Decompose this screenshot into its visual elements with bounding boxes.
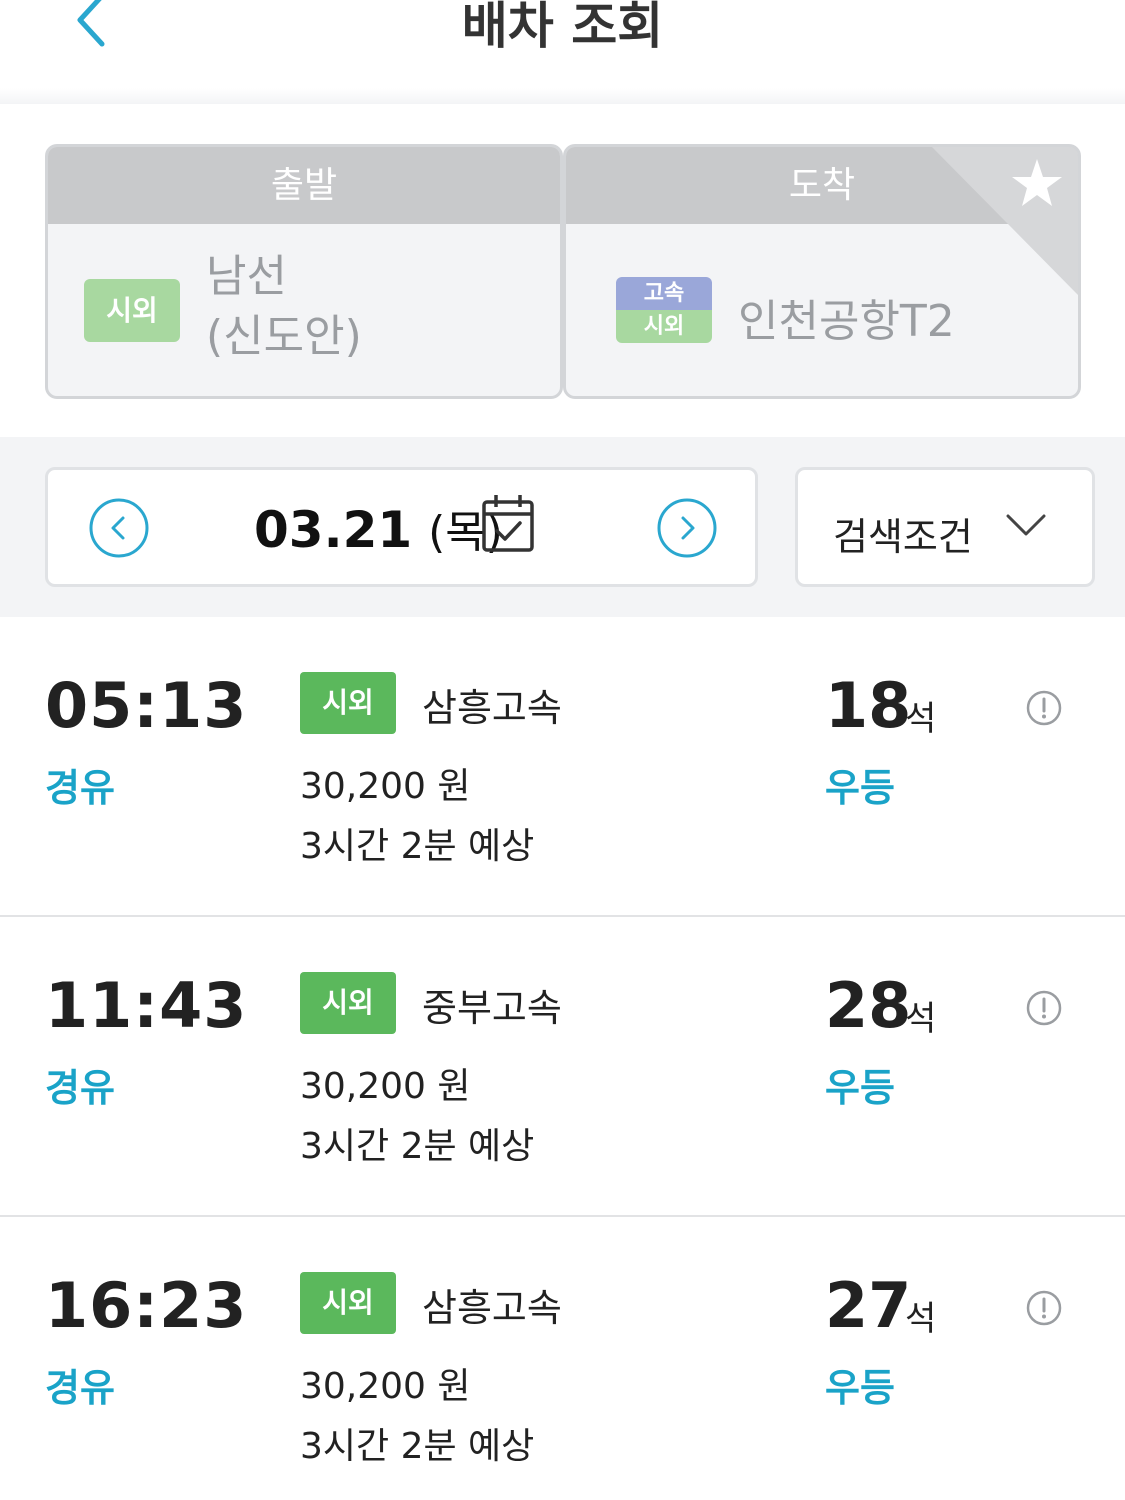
fare: 30,200 원 [300, 1066, 471, 1107]
bus-company: 삼흥고속 [422, 686, 562, 730]
search-condition-dropdown[interactable]: 검색조건 [795, 467, 1095, 587]
bus-grade: 우등 [825, 1366, 895, 1410]
via-label[interactable]: 경유 [45, 1057, 115, 1112]
schedule-row[interactable]: 11:43 경유 시외 중부고속 30,200 원 3시간 2분 예상 28 석… [0, 917, 1125, 1217]
date-value: 03.21 [254, 501, 413, 559]
arrival-card[interactable]: 도착 고속 시외 인천공항T2 [563, 144, 1081, 399]
available-seats: 18 [825, 669, 912, 742]
via-label[interactable]: 경유 [45, 757, 115, 812]
info-icon[interactable] [1025, 989, 1063, 1027]
arrival-type-badge: 고속 시외 [616, 277, 712, 343]
info-icon[interactable] [1025, 1289, 1063, 1327]
via-label[interactable]: 경유 [45, 1357, 115, 1412]
bus-grade: 우등 [825, 1066, 895, 1110]
page-title: 배차 조회 [461, 0, 664, 55]
selected-date[interactable]: 03.21 (목) [254, 496, 503, 560]
departure-terminal-name: 남선 (신도안) [206, 247, 362, 367]
departure-time: 11:43 [45, 969, 248, 1042]
duration: 3시간 2분 예상 [300, 826, 535, 867]
seats-unit: 석 [905, 999, 937, 1039]
search-condition-label: 검색조건 [833, 515, 973, 559]
schedule-row[interactable]: 16:23 경유 시외 삼흥고속 30,200 원 3시간 2분 예상 27 석… [0, 1217, 1125, 1500]
available-seats: 28 [825, 969, 912, 1042]
schedule-list: 05:13 경유 시외 삼흥고속 30,200 원 3시간 2분 예상 18 석… [0, 617, 1125, 1500]
seats-unit: 석 [905, 1299, 937, 1339]
app-header: 배차 조회 [0, 0, 1125, 104]
calendar-check-icon[interactable] [480, 492, 536, 554]
bus-grade: 우등 [825, 766, 895, 810]
header-divider [0, 88, 1125, 104]
departure-card[interactable]: 출발 시외 남선 (신도안) [45, 144, 563, 399]
date-selector: 03.21 (목) [45, 467, 758, 587]
star-icon[interactable] [930, 147, 1078, 297]
chevron-down-icon [1004, 510, 1048, 540]
arrival-badge-intercity: 시외 [616, 310, 712, 343]
info-icon[interactable] [1025, 689, 1063, 727]
departure-type-badge: 시외 [84, 279, 180, 342]
chevron-left-circle-icon[interactable] [88, 497, 150, 559]
schedule-row[interactable]: 05:13 경유 시외 삼흥고속 30,200 원 3시간 2분 예상 18 석… [0, 617, 1125, 917]
departure-header: 출발 [48, 147, 560, 224]
chevron-right-circle-icon[interactable] [656, 497, 718, 559]
arrival-terminal-name: 인천공항T2 [738, 296, 955, 347]
departure-time: 16:23 [45, 1269, 248, 1342]
bus-company: 삼흥고속 [422, 1286, 562, 1330]
duration: 3시간 2분 예상 [300, 1126, 535, 1167]
departure-time: 05:13 [45, 669, 248, 742]
bus-type-badge: 시외 [300, 672, 396, 734]
bus-company: 중부고속 [422, 986, 562, 1030]
departure-name-line1: 남선 [206, 251, 287, 302]
bus-type-badge: 시외 [300, 1272, 396, 1334]
fare: 30,200 원 [300, 1366, 471, 1407]
bus-type-badge: 시외 [300, 972, 396, 1034]
route-section: 출발 시외 남선 (신도안) 도착 고속 시외 인천공항T2 [0, 104, 1125, 437]
available-seats: 27 [825, 1269, 912, 1342]
date-filter-bar: 03.21 (목) 검색조건 [0, 437, 1125, 617]
seats-unit: 석 [905, 699, 937, 739]
arrival-badge-express: 고속 [616, 277, 712, 310]
departure-name-line2: (신도안) [206, 311, 362, 362]
duration: 3시간 2분 예상 [300, 1426, 535, 1467]
fare: 30,200 원 [300, 766, 471, 807]
